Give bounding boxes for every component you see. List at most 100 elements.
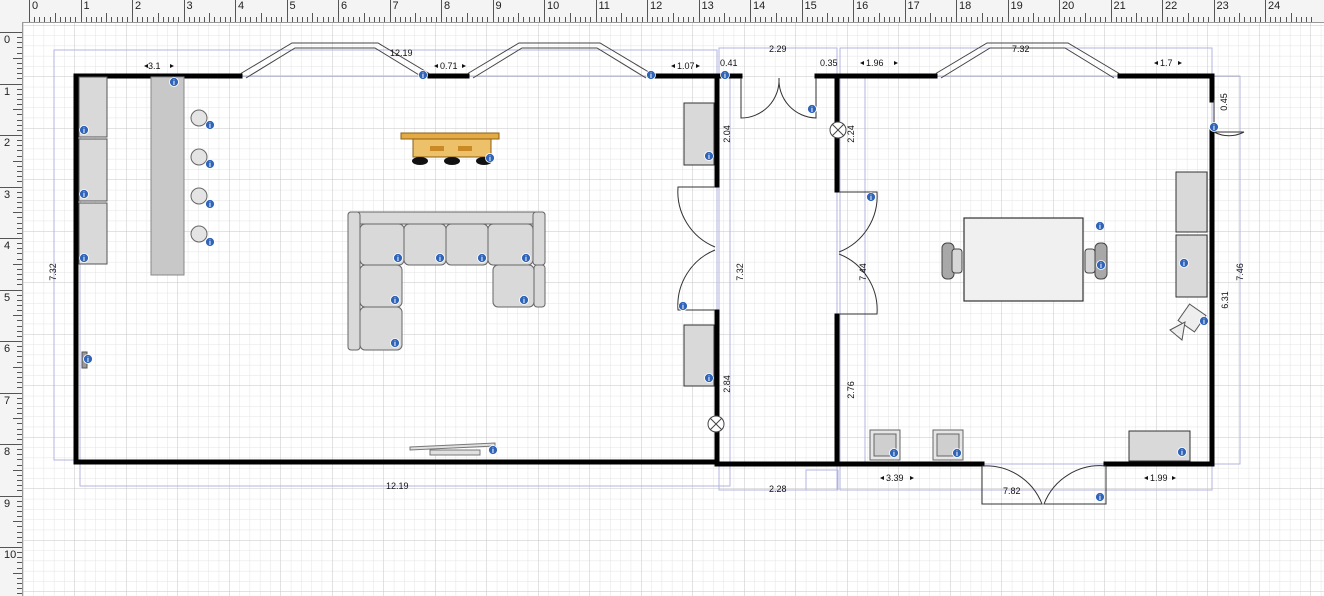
ruler-minor-tick	[17, 294, 22, 296]
ruler-minor-tick	[713, 17, 715, 22]
info-icon[interactable]: i	[519, 295, 529, 306]
ruler-minor-tick	[142, 17, 144, 22]
dining-table[interactable]	[963, 217, 1084, 302]
info-icon[interactable]: i	[79, 253, 89, 264]
ruler-minor-tick	[17, 165, 22, 167]
svg-text:i: i	[708, 154, 710, 161]
ruler-minor-tick	[240, 17, 242, 22]
ruler-minor-tick	[17, 93, 22, 95]
ruler-minor-tick	[13, 160, 22, 162]
info-icon[interactable]: i	[521, 253, 531, 264]
info-icon[interactable]: i	[1179, 258, 1189, 269]
info-icon[interactable]: i	[205, 120, 215, 131]
info-icon[interactable]: i	[952, 448, 962, 459]
ruler-minor-tick	[657, 17, 659, 22]
dim-left-height: 7.32	[48, 263, 58, 281]
info-icon[interactable]: i	[1177, 447, 1187, 458]
info-icon[interactable]: i	[169, 77, 179, 88]
ruler-minor-tick	[574, 17, 576, 22]
svg-text:i: i	[1181, 450, 1183, 457]
ruler-minor-tick	[17, 196, 22, 198]
svg-text:i: i	[439, 256, 441, 263]
coffee-table[interactable]	[400, 132, 500, 165]
info-icon[interactable]: i	[205, 159, 215, 170]
ruler-minor-tick	[1244, 17, 1246, 22]
info-icon[interactable]: i	[485, 153, 495, 164]
ruler-minor-tick	[70, 17, 72, 22]
svg-text:i: i	[83, 128, 85, 135]
info-icon[interactable]: i	[418, 70, 428, 81]
info-icon[interactable]: i	[678, 301, 688, 312]
info-icon[interactable]: i	[704, 373, 714, 384]
info-icon[interactable]: i	[435, 253, 445, 264]
ruler-minor-tick	[1069, 17, 1071, 22]
dim-hall-upper-left: 2.04	[722, 125, 732, 143]
info-icon[interactable]: i	[1199, 316, 1209, 327]
kitchen-island[interactable]	[150, 76, 185, 276]
kitchen-cabinets[interactable]	[78, 76, 108, 265]
info-icon[interactable]: i	[1096, 260, 1106, 271]
info-icon[interactable]: i	[646, 70, 656, 81]
info-icon[interactable]: i	[393, 253, 403, 264]
info-icon[interactable]: i	[83, 354, 93, 365]
ruler-minor-tick	[101, 17, 103, 22]
vertical-ruler[interactable]: 0 1 2 3 4 5 6 7 8 9 10	[0, 22, 23, 596]
horizontal-ruler[interactable]: 0 1 2 3 4 5 6 7 8 9 10 11 12 13 14 15 16 17 18 19 20 21 22 23 24	[0, 0, 1324, 23]
ruler-minor-tick	[17, 207, 22, 209]
floor-plan-canvas[interactable]: iiiiiiiiiiiiiiiiiiiiiiiiiiiiiiiiiii 3.1 …	[23, 23, 1324, 596]
ruler-minor-tick	[13, 57, 22, 59]
ruler-minor-tick	[1146, 17, 1148, 22]
info-icon[interactable]: i	[866, 192, 876, 203]
ruler-minor-tick	[1198, 17, 1200, 22]
info-icon[interactable]: i	[205, 199, 215, 210]
ruler-minor-tick	[271, 17, 273, 22]
info-icon[interactable]: i	[807, 104, 817, 115]
ruler-minor-tick	[193, 17, 195, 22]
ruler-minor-tick	[265, 17, 267, 22]
ruler-tick	[904, 0, 906, 22]
info-icon[interactable]: i	[205, 237, 215, 248]
info-icon[interactable]: i	[1095, 492, 1105, 503]
svg-text:i: i	[1099, 495, 1101, 502]
ruler-minor-tick	[255, 17, 257, 22]
ruler-minor-tick	[188, 17, 190, 22]
ruler-minor-tick	[281, 17, 283, 22]
info-icon[interactable]: i	[390, 338, 400, 349]
ruler-minor-tick	[17, 320, 22, 322]
ruler-minor-tick	[858, 17, 860, 22]
ruler-minor-tick	[17, 454, 22, 456]
floor-plan-svg[interactable]: ii iiiiiiiiii i i iiiiiiiiiiiiii iiiii ii 3.1 …	[23, 23, 1324, 596]
info-icon[interactable]: i	[477, 253, 487, 264]
ruler-minor-tick	[662, 17, 664, 22]
ruler-tick	[1162, 0, 1163, 22]
info-icon[interactable]: i	[488, 445, 498, 456]
ruler-minor-tick	[1017, 17, 1019, 22]
ruler-minor-tick	[17, 397, 22, 399]
dim-right-corner-gap: 1.7	[1160, 58, 1173, 68]
ruler-minor-tick	[17, 562, 22, 564]
ruler-tick	[1007, 0, 1009, 22]
ruler-minor-tick	[17, 371, 22, 373]
ruler-minor-tick	[1136, 13, 1138, 22]
info-icon[interactable]: i	[1209, 122, 1219, 133]
ruler-minor-tick	[17, 459, 22, 461]
ruler-minor-tick	[17, 258, 22, 260]
info-icon[interactable]: i	[79, 125, 89, 136]
ruler-minor-tick	[17, 201, 22, 203]
ruler-minor-tick	[17, 526, 22, 528]
info-icon[interactable]: i	[79, 189, 89, 200]
ruler-tick	[1265, 0, 1266, 22]
info-icon[interactable]: i	[1095, 221, 1105, 232]
ruler-minor-tick	[610, 17, 612, 22]
ruler-minor-tick	[17, 335, 22, 337]
ruler-minor-tick	[17, 78, 22, 80]
ruler-minor-tick	[502, 17, 504, 22]
info-icon[interactable]: i	[720, 70, 730, 81]
ruler-minor-tick	[1074, 17, 1076, 22]
ruler-minor-tick	[966, 17, 968, 22]
ruler-y-label: 10	[4, 549, 17, 561]
info-icon[interactable]: i	[390, 295, 400, 306]
info-icon[interactable]: i	[704, 151, 714, 162]
info-icon[interactable]: i	[889, 448, 899, 459]
ruler-minor-tick	[816, 17, 818, 22]
